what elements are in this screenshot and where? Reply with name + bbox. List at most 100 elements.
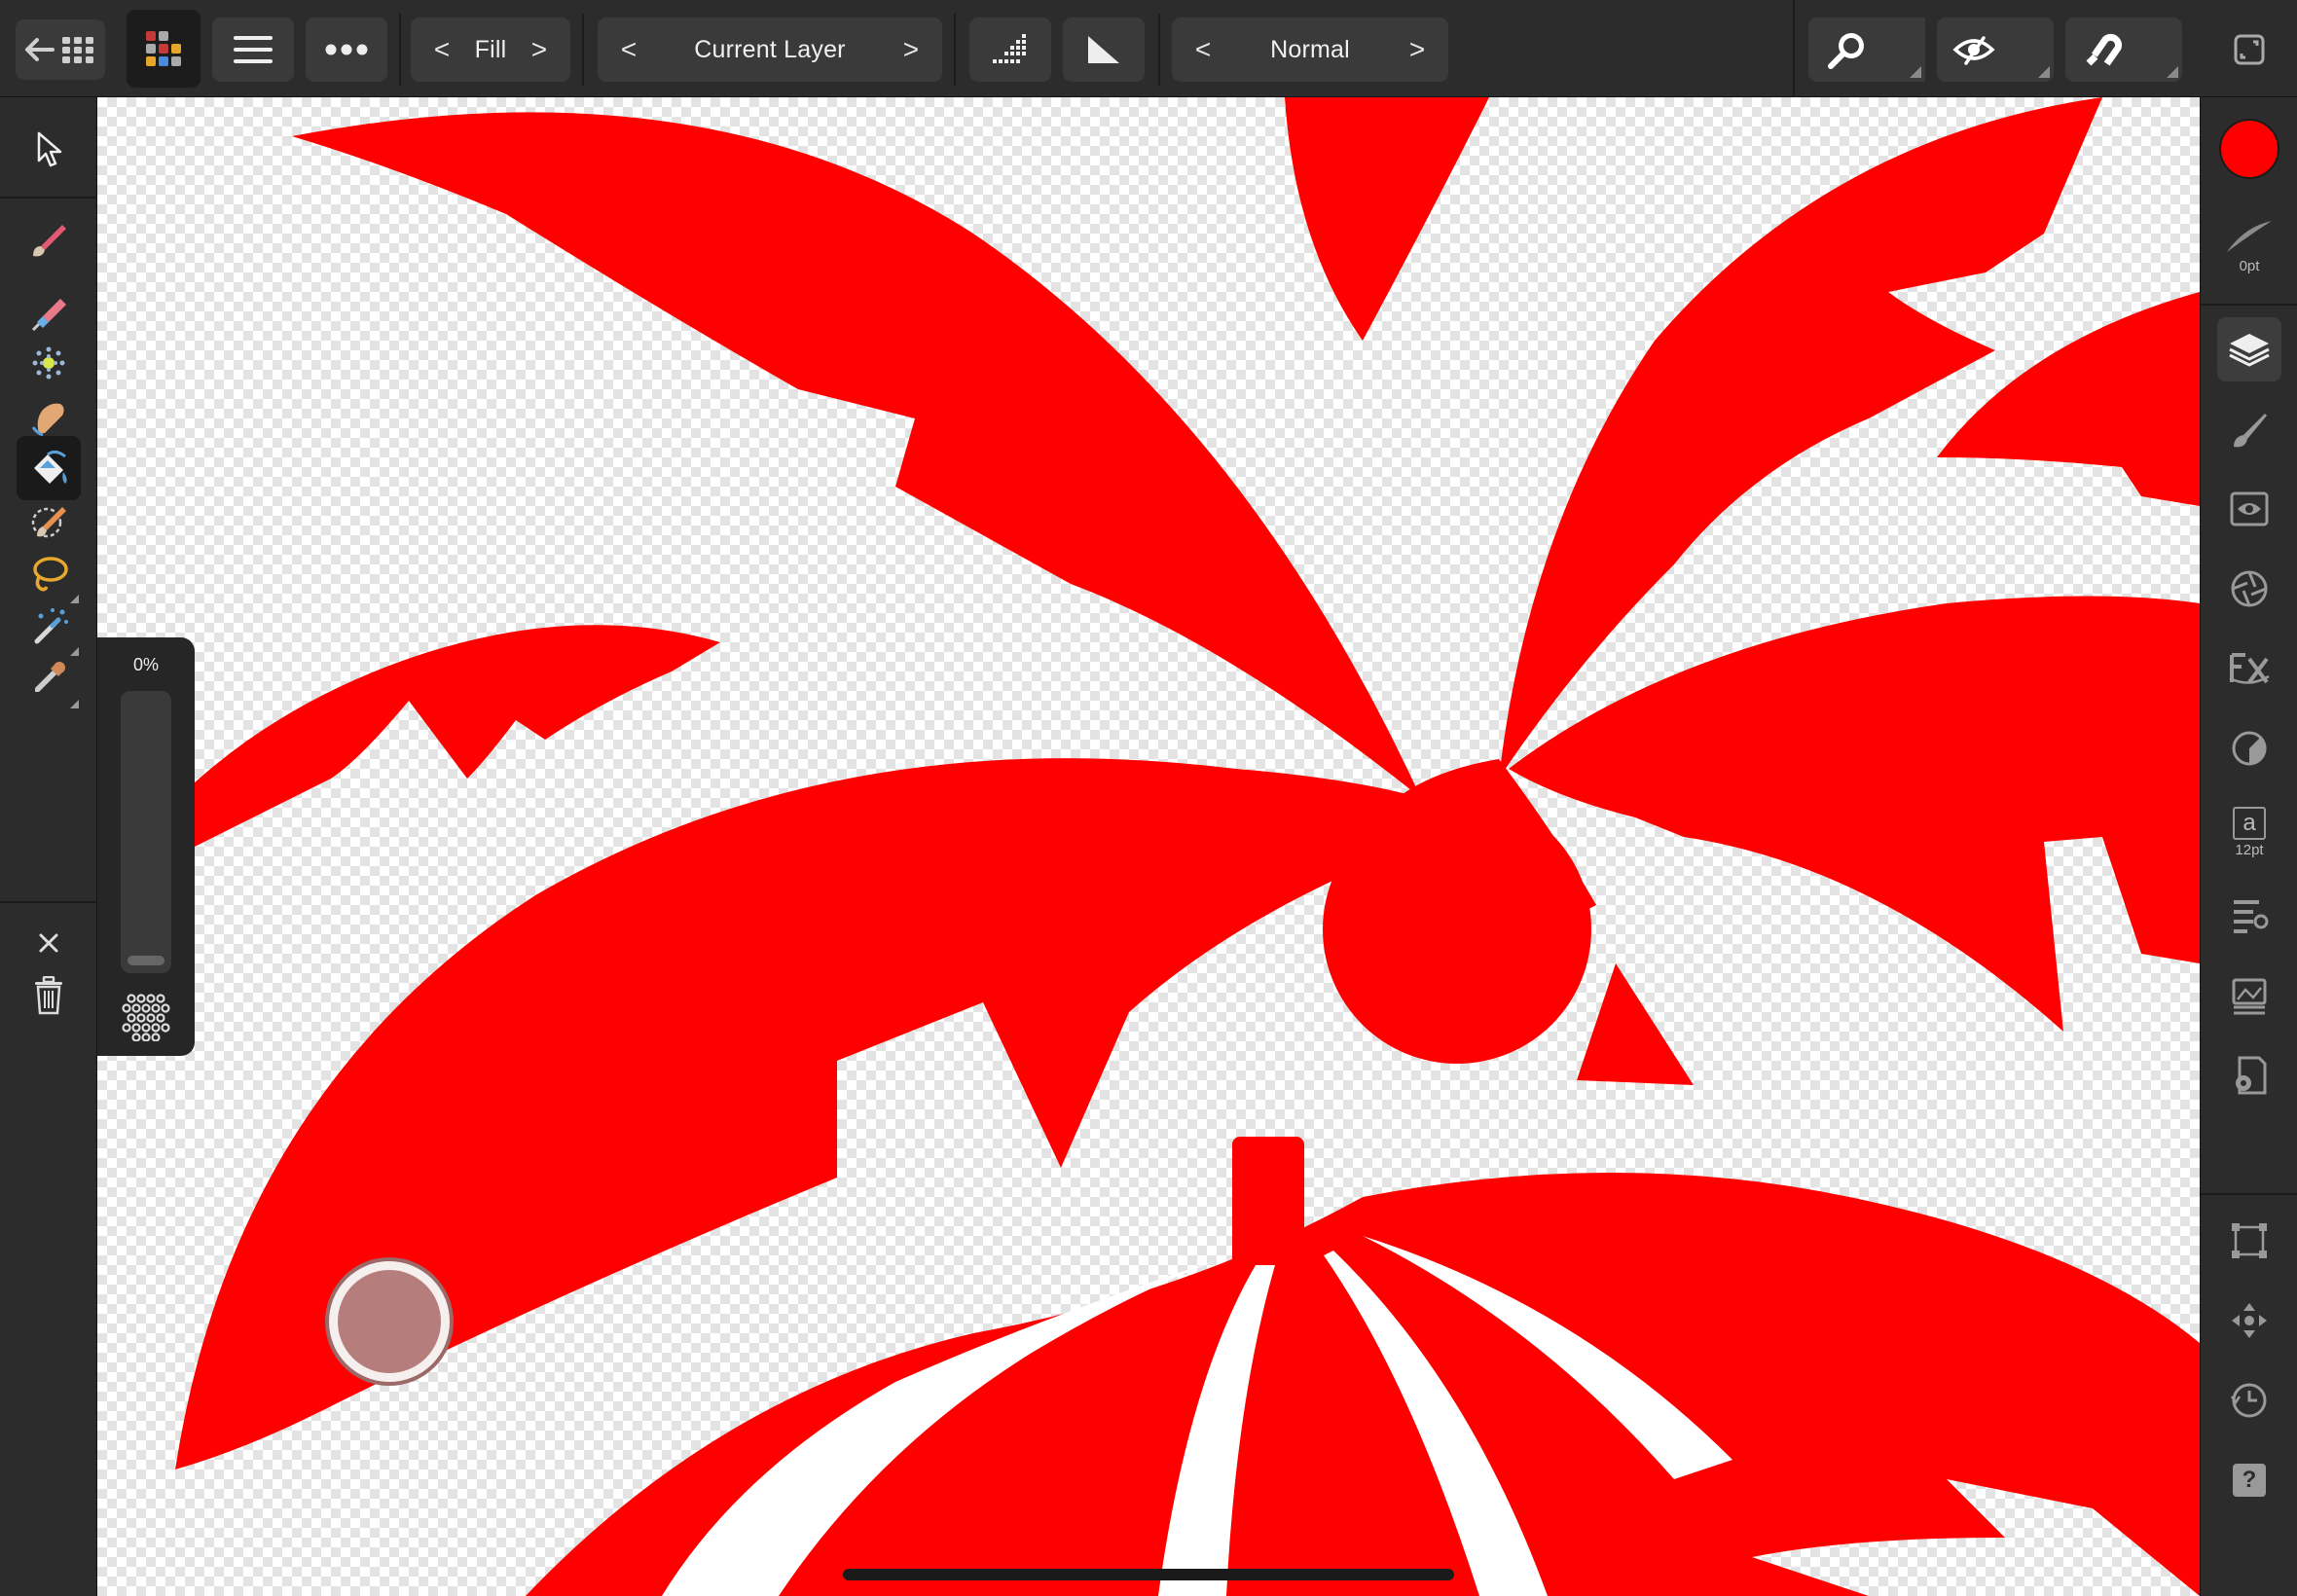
dotted-spark-icon	[32, 346, 65, 380]
hamburger-icon	[234, 36, 273, 63]
hide-selection-button[interactable]	[1937, 18, 2054, 82]
stroke-width-button[interactable]: 0pt	[2217, 204, 2281, 286]
primary-color-swatch	[2219, 119, 2279, 179]
transform-box-icon	[2232, 1223, 2267, 1258]
paint-brush-icon	[33, 225, 66, 257]
studio-panel: 0pt a 12pt ?	[2200, 97, 2297, 1596]
eye-slash-icon	[1952, 36, 1995, 65]
document-gear-icon	[2236, 1056, 2267, 1095]
toolbar-divider	[582, 14, 584, 86]
fill-next-arrow[interactable]: >	[528, 34, 551, 65]
stock-studio-button[interactable]	[2217, 963, 2281, 1028]
opacity-slider-track[interactable]	[121, 691, 171, 973]
layers-icon	[2229, 334, 2270, 367]
color-swatch-button[interactable]	[2217, 117, 2281, 181]
fill-prev-arrow[interactable]: <	[430, 34, 454, 65]
selection-brush-icon	[31, 507, 66, 538]
brush-icon	[2234, 414, 2267, 448]
move-tool[interactable]	[17, 117, 81, 181]
channels-studio-button[interactable]	[2217, 884, 2281, 948]
navigator-studio-button[interactable]	[2217, 477, 2281, 541]
source-prev-arrow[interactable]: <	[617, 34, 640, 65]
source-next-arrow[interactable]: >	[899, 34, 923, 65]
blend-next-arrow[interactable]: >	[1405, 34, 1429, 65]
magnifier-icon	[1828, 33, 1864, 69]
antialias-button[interactable]	[1063, 18, 1145, 82]
fill-mode-stepper[interactable]: < Fill >	[411, 18, 570, 82]
macro-studio-button[interactable]	[2217, 1043, 2281, 1107]
hide-selection-corner	[2038, 66, 2050, 78]
opacity-popover: 0%	[97, 637, 195, 1056]
snapping-corner	[2167, 66, 2178, 78]
source-stepper[interactable]: < Current Layer >	[598, 18, 942, 82]
assistant-color-dot[interactable]	[329, 1261, 450, 1382]
lasso-icon	[33, 557, 68, 592]
brush-grid-icon[interactable]	[122, 993, 170, 1041]
context-toolbar: < Fill > < Current Layer > < Normal >	[0, 0, 2297, 97]
magic-wand-icon	[34, 608, 68, 644]
blend-mode-stepper[interactable]: < Normal >	[1172, 18, 1448, 82]
close-icon	[39, 933, 58, 953]
fullscreen-button[interactable]	[2221, 18, 2278, 82]
persona-switcher-button[interactable]	[127, 10, 201, 88]
delete-button[interactable]	[17, 963, 81, 1028]
eyedropper-icon	[35, 662, 65, 692]
brush-stroke-icon	[2227, 220, 2272, 252]
half-circle-icon	[2232, 731, 2267, 766]
move-studio-button[interactable]	[2217, 1288, 2281, 1353]
clock-history-icon	[2230, 1383, 2267, 1418]
snapping-button[interactable]	[2065, 18, 2182, 82]
opacity-value: 0%	[132, 655, 159, 674]
eraser-brush-icon	[31, 299, 66, 332]
trash-icon	[35, 976, 62, 1015]
transform-studio-button[interactable]	[2217, 1209, 2281, 1273]
layers-studio-button[interactable]	[2217, 317, 2281, 381]
opacity-slider-handle[interactable]	[128, 956, 164, 965]
menu-button[interactable]	[212, 18, 294, 82]
photo-persona-icon	[146, 31, 181, 66]
image-stack-icon	[2232, 978, 2267, 1015]
view-tools-corner	[1910, 66, 1921, 78]
tools-panel	[0, 97, 97, 1596]
home-indicator[interactable]	[843, 1569, 1454, 1580]
navigator-eye-icon	[2230, 491, 2269, 526]
help-button[interactable]: ?	[2217, 1448, 2281, 1512]
view-tools-button[interactable]	[1808, 18, 1925, 82]
help-icon: ?	[2233, 1464, 2266, 1497]
adjustments-studio-button[interactable]	[2217, 557, 2281, 621]
back-to-gallery-button[interactable]	[16, 19, 105, 80]
blend-prev-arrow[interactable]: <	[1191, 34, 1215, 65]
finger-smudge-icon	[31, 403, 64, 437]
toolbar-divider	[1158, 14, 1160, 86]
color-picker-corner	[70, 700, 79, 708]
frond-far-right	[1937, 292, 2200, 506]
antialias-ramp-icon	[1088, 36, 1119, 63]
document-canvas[interactable]	[97, 97, 2200, 1596]
frond-right-mid	[1509, 596, 2200, 1032]
history-brush-studio-button[interactable]	[2217, 716, 2281, 780]
back-grid-icon	[25, 37, 93, 63]
text-studio-button[interactable]: a 12pt	[2217, 796, 2281, 868]
history-studio-button[interactable]	[2217, 1368, 2281, 1433]
more-options-button[interactable]	[306, 18, 387, 82]
color-picker-tool[interactable]	[17, 646, 81, 710]
fx-icon	[2229, 653, 2270, 684]
studio-divider	[2201, 304, 2297, 306]
source-label: Current Layer	[694, 35, 846, 63]
text-a-icon: a	[2233, 806, 2266, 840]
tools-divider	[0, 901, 97, 903]
aperture-icon	[2231, 570, 2268, 607]
more-dots-icon	[325, 44, 368, 55]
tools-divider	[0, 197, 97, 199]
triangle-shape	[1577, 963, 1694, 1085]
paint-brush-tool[interactable]	[17, 206, 81, 271]
studio-divider	[2201, 1193, 2297, 1195]
fill-mode-label: Fill	[474, 35, 507, 63]
toolbar-divider	[1793, 0, 1795, 97]
fx-studio-button[interactable]	[2217, 636, 2281, 701]
text-size-label: 12pt	[2235, 841, 2264, 858]
brushes-studio-button[interactable]	[2217, 397, 2281, 461]
tolerance-dots-icon	[993, 34, 1026, 63]
blend-mode-label: Normal	[1270, 35, 1350, 63]
tolerance-button[interactable]	[969, 18, 1051, 82]
